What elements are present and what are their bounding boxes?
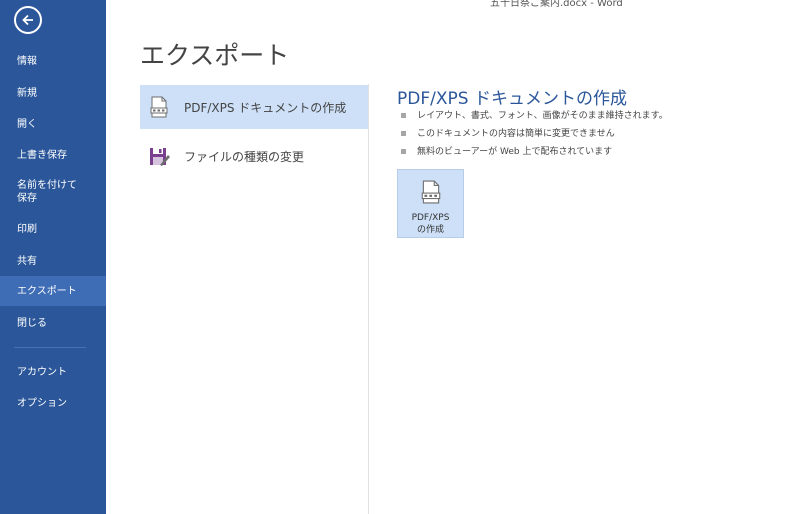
sidebar-item-open[interactable]: 開く — [0, 115, 106, 133]
sidebar-item-label: 名前を付けて 保存 — [17, 180, 77, 204]
create-button-line1: PDF/XPS — [411, 213, 450, 223]
create-button-line2: の作成 — [416, 225, 444, 235]
save-edit-icon — [148, 144, 170, 168]
option-change-file-type[interactable]: ファイルの種類の変更 — [140, 134, 368, 178]
create-button-label: PDF/XPS の作成 — [412, 212, 450, 236]
window-title: 五十日祭ご案内.docx - Word — [490, 0, 623, 9]
list-item-text: 無料のビューアーが Web 上で配布されています — [417, 147, 613, 157]
panel-divider — [368, 84, 369, 514]
sidebar-item-label: 新規 — [17, 87, 37, 99]
sidebar-item-save[interactable]: 上書き保存 — [0, 146, 106, 164]
sidebar-item-info[interactable]: 情報 — [0, 52, 106, 70]
create-pdf-xps-button[interactable]: PDF/XPS の作成 — [397, 169, 464, 238]
sidebar-item-share[interactable]: 共有 — [0, 252, 106, 270]
sidebar-item-print[interactable]: 印刷 — [0, 220, 106, 238]
list-item-text: レイアウト、書式、フォント、画像がそのまま維持されます。 — [417, 111, 668, 121]
option-create-pdf-xps[interactable]: PDF/XPS ドキュメントの作成 — [140, 85, 368, 129]
pdf-document-icon — [148, 95, 170, 119]
page-title: エクスポート — [140, 41, 290, 70]
sidebar-item-new[interactable]: 新規 — [0, 84, 106, 102]
list-item-text: このドキュメントの内容は簡単に変更できません — [417, 129, 615, 139]
sidebar-item-label: 情報 — [17, 55, 37, 67]
sidebar-item-export[interactable]: エクスポート — [0, 276, 106, 306]
sidebar-divider — [14, 347, 86, 348]
backstage-sidebar: 情報 新規 開く 上書き保存 名前を付けて 保存 印刷 共有 エクスポート 閉じ… — [0, 0, 106, 514]
sidebar-item-account[interactable]: アカウント — [0, 363, 106, 381]
detail-title: PDF/XPS ドキュメントの作成 — [397, 89, 627, 109]
sidebar-item-label: 印刷 — [17, 223, 37, 235]
bullet-square-icon — [401, 149, 406, 154]
option-label: ファイルの種類の変更 — [184, 149, 305, 164]
option-label: PDF/XPS ドキュメントの作成 — [184, 100, 347, 115]
sidebar-item-label: アカウント — [17, 366, 67, 378]
sidebar-item-options[interactable]: オプション — [0, 394, 106, 412]
sidebar-item-close[interactable]: 閉じる — [0, 314, 106, 332]
feature-list: レイアウト、書式、フォント、画像がそのまま維持されます。 このドキュメントの内容… — [401, 109, 668, 163]
list-item: 無料のビューアーが Web 上で配布されています — [401, 145, 668, 163]
back-arrow-icon[interactable] — [14, 6, 42, 34]
sidebar-item-label: 共有 — [17, 255, 37, 267]
sidebar-item-label: 開く — [17, 118, 37, 130]
sidebar-item-label: オプション — [17, 397, 67, 409]
list-item: このドキュメントの内容は簡単に変更できません — [401, 127, 668, 145]
sidebar-item-label: 上書き保存 — [17, 149, 67, 161]
sidebar-item-label: 閉じる — [17, 317, 47, 329]
bullet-square-icon — [401, 113, 406, 118]
list-item: レイアウト、書式、フォント、画像がそのまま維持されます。 — [401, 109, 668, 127]
sidebar-item-save-as[interactable]: 名前を付けて 保存 — [0, 177, 106, 207]
sidebar-item-label: エクスポート — [17, 285, 77, 297]
pdf-document-icon — [421, 180, 441, 208]
bullet-square-icon — [401, 131, 406, 136]
